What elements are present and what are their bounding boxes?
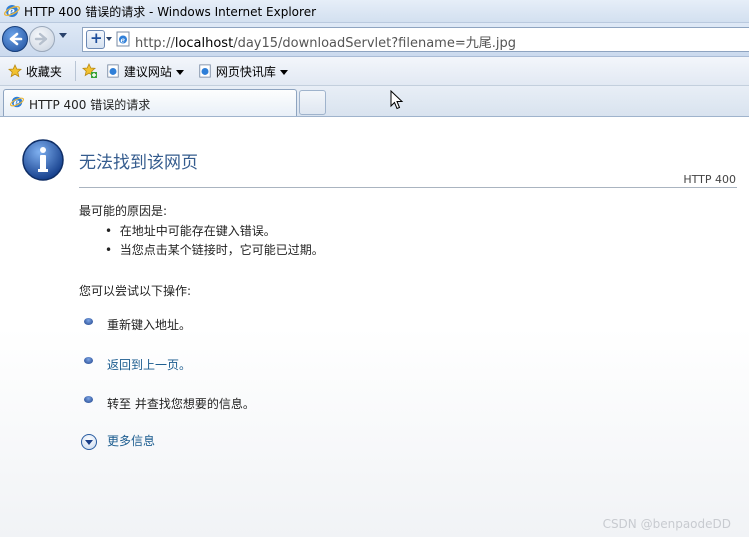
action-retype-address: 重新键入地址。	[107, 318, 192, 332]
title-bar: e HTTP 400 错误的请求 - Windows Internet Expl…	[0, 0, 749, 23]
page-title: 无法找到该网页	[79, 153, 198, 173]
forward-button[interactable]	[29, 26, 55, 52]
info-icon	[22, 139, 64, 181]
tab-bar: e HTTP 400 错误的请求	[0, 86, 749, 117]
try-title: 您可以尝试以下操作:	[79, 284, 192, 298]
favorites-label: 收藏夹	[25, 65, 62, 79]
ie-icon: e	[4, 5, 20, 18]
causes-title: 最可能的原因是:	[79, 204, 168, 218]
svg-text:e: e	[121, 36, 126, 45]
compat-button[interactable]: +	[86, 29, 105, 49]
favorites-button[interactable]: 收藏夹	[8, 63, 62, 80]
http-status-code: HTTP 400	[683, 173, 736, 186]
cause-item: • 在地址中可能存在键入错误。	[105, 224, 276, 238]
address-bar[interactable]: + e http://localhost/day15/downloadServl…	[82, 27, 749, 52]
web-slice-gallery-button[interactable]: 网页快讯库	[198, 63, 288, 80]
more-info-icon[interactable]	[81, 434, 97, 450]
page-icon: e	[116, 31, 130, 47]
star-icon	[8, 64, 22, 78]
cause-item: • 当您点击某个链接时，它可能已过期。	[105, 243, 324, 257]
bullet-icon	[84, 318, 93, 325]
more-info-link[interactable]: 更多信息	[107, 432, 155, 449]
forward-icon	[34, 32, 48, 46]
address-url[interactable]: http://localhost/day15/downloadServlet?f…	[135, 32, 516, 51]
error-page: 无法找到该网页 HTTP 400 最可能的原因是: • 在地址中可能存在键入错误…	[0, 117, 749, 537]
cause-text: 当您点击某个链接时，它可能已过期。	[119, 243, 324, 257]
web-slice-label: 网页快讯库	[215, 65, 276, 79]
tab-current[interactable]: e HTTP 400 错误的请求	[3, 89, 297, 116]
page-icon	[107, 64, 119, 78]
ie-icon: e	[10, 96, 24, 109]
chevron-down-icon	[279, 70, 288, 75]
action-go-to-home: 转至 并查找您想要的信息。	[107, 397, 255, 411]
tab-title: HTTP 400 错误的请求	[29, 98, 151, 112]
bullet-icon	[84, 357, 93, 364]
suggested-sites-label: 建议网站	[123, 65, 172, 79]
bullet-icon	[84, 396, 93, 403]
compat-dropdown[interactable]	[106, 37, 112, 41]
divider	[79, 187, 737, 188]
url-prefix: http://	[135, 36, 175, 51]
compat-shield-icon: +	[90, 29, 103, 47]
add-favorites-icon[interactable]	[82, 63, 98, 79]
cursor-icon	[390, 90, 404, 110]
favorites-separator	[75, 61, 76, 81]
suggested-sites-button[interactable]: 建议网站	[106, 63, 184, 80]
back-icon	[9, 32, 23, 46]
url-host: localhost	[174, 36, 234, 51]
chevron-down-icon	[175, 70, 184, 75]
watermark: CSDN @benpaodeDD	[602, 517, 731, 531]
back-link[interactable]: 返回到上一页。	[107, 356, 191, 373]
back-button[interactable]	[2, 26, 28, 52]
page-icon	[199, 64, 211, 78]
url-path: /day15/downloadServlet?filename=九尾.jpg	[233, 36, 516, 51]
navigation-bar: + e http://localhost/day15/downloadServl…	[0, 23, 749, 57]
new-tab-button[interactable]	[299, 90, 326, 115]
recent-pages-dropdown[interactable]	[59, 33, 67, 38]
favorites-bar: 收藏夹 建议网站 网页快讯库	[0, 57, 749, 86]
cause-text: 在地址中可能存在键入错误。	[119, 224, 276, 238]
window-title: HTTP 400 错误的请求 - Windows Internet Explor…	[24, 5, 317, 19]
